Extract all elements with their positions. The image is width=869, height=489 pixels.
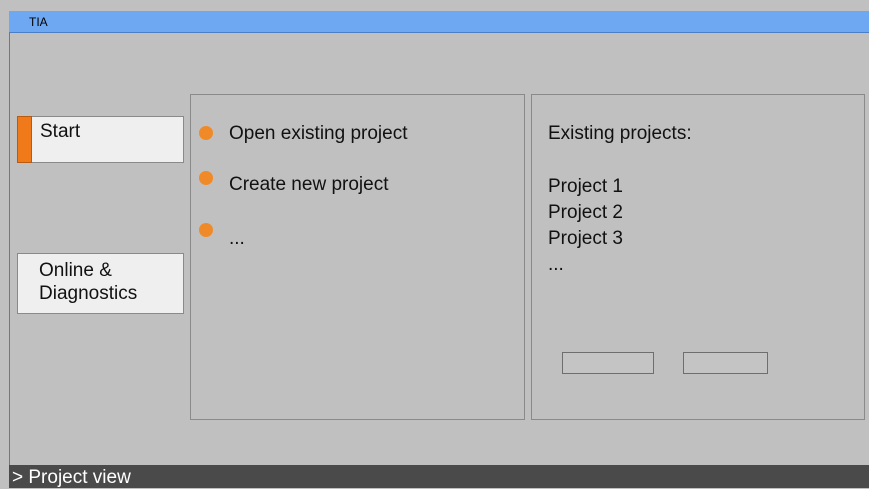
project-list-more: ... [548,254,564,275]
project-action-button-2[interactable] [683,352,768,374]
project-action-button-1[interactable] [562,352,654,374]
action-label: ... [229,228,245,249]
projects-panel: Existing projects: Project 1 Project 2 P… [531,94,865,420]
project-list: Project 1 Project 2 Project 3 ... [548,174,623,278]
orange-bullet-icon [199,171,213,185]
project-view-link[interactable]: > Project view [9,465,869,488]
project-view-label: > Project view [12,467,131,488]
project-item[interactable]: Project 1 [548,174,623,200]
window-border [9,33,10,465]
actions-panel: Open existing project Create new project… [190,94,525,420]
title-bar: TIA [9,11,869,33]
nav-online-diagnostics-label: Online & Diagnostics [39,260,138,304]
orange-bullet-icon [199,223,213,237]
orange-bullet-icon [199,126,213,140]
action-label: Open existing project [229,123,408,144]
window-title: TIA [29,15,48,29]
nav-online-diagnostics-button[interactable]: Online & Diagnostics [17,253,184,314]
project-item[interactable]: Project 3 [548,226,623,252]
existing-projects-heading: Existing projects: [548,123,692,144]
nav-start-button[interactable]: Start [17,116,184,163]
action-label: Create new project [229,174,389,195]
project-item[interactable]: Project 2 [548,200,623,226]
active-indicator [17,116,32,163]
nav-start-label: Start [40,121,81,142]
